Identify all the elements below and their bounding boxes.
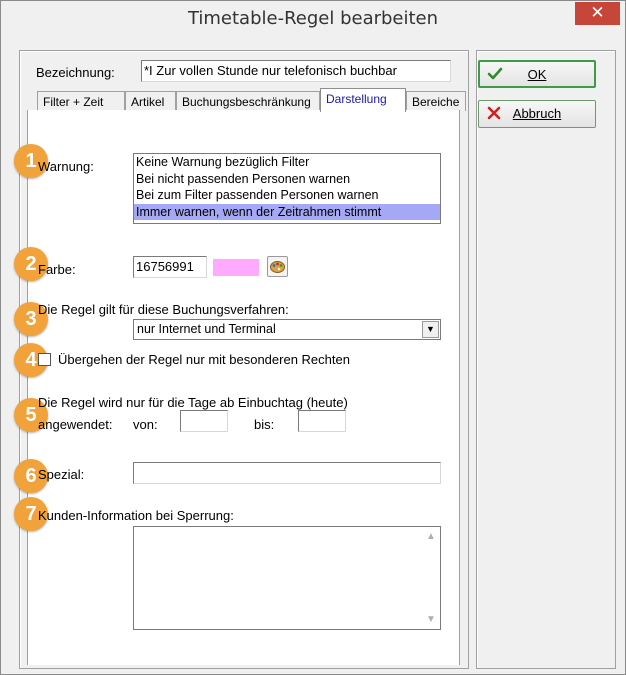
color-picker-button[interactable] xyxy=(267,256,288,277)
bis-label: bis: xyxy=(254,417,275,432)
close-button[interactable]: ✕ xyxy=(575,2,620,25)
abbruch-button-text: Abbruch xyxy=(512,106,562,121)
buchungsverfahren-value: nur Internet und Terminal xyxy=(137,322,276,336)
scroll-down-icon[interactable]: ▼ xyxy=(426,614,436,625)
override-label: Übergehen der Regel nur mit besonderen R… xyxy=(58,352,350,367)
override-checkbox[interactable] xyxy=(38,353,51,366)
chevron-down-icon[interactable]: ▼ xyxy=(422,321,439,338)
title-bar[interactable]: Timetable-Regel bearbeiten ✕ xyxy=(1,1,625,37)
list-item[interactable]: Bei zum Filter passenden Personen warnen xyxy=(134,187,440,204)
tage-label-line2: angewendet: xyxy=(38,417,113,432)
kunden-info-textarea[interactable]: ▲ ▼ xyxy=(133,526,441,630)
warnung-listbox[interactable]: Keine Warnung bezüglich Filter Bei nicht… xyxy=(133,153,441,224)
close-icon: ✕ xyxy=(590,3,605,23)
bezeichnung-label: Bezeichnung: xyxy=(36,65,115,80)
spezial-input[interactable] xyxy=(133,462,441,484)
palette-icon xyxy=(270,261,285,273)
spezial-label: Spezial: xyxy=(38,467,85,482)
buchungsverfahren-select[interactable]: nur Internet und Terminal ▼ xyxy=(133,319,441,340)
list-item[interactable]: Bei nicht passenden Personen warnen xyxy=(134,171,440,188)
list-item-selected[interactable]: Immer warnen, wenn der Zeitrahmen stimmt xyxy=(134,203,440,220)
abbruch-button[interactable]: Abbruch xyxy=(478,100,596,128)
dialog-client: Bezeichnung: *I Zur vollen Stunde nur te… xyxy=(9,39,616,669)
farbe-input[interactable]: 16756991 xyxy=(133,256,207,278)
button-panel xyxy=(476,50,616,669)
color-swatch xyxy=(213,259,259,276)
tab-darstellung[interactable]: Darstellung xyxy=(320,88,406,112)
abbruch-button-label: Abbruch xyxy=(479,101,595,127)
tab-bereiche[interactable]: Bereiche xyxy=(406,91,466,111)
tab-buchungsbeschraenkung[interactable]: Buchungsbeschränkung xyxy=(176,91,320,111)
von-input[interactable] xyxy=(180,410,228,432)
textarea-scrollbar[interactable]: ▲ ▼ xyxy=(422,528,439,628)
scroll-up-icon[interactable]: ▲ xyxy=(426,531,436,542)
dialog-window: Timetable-Regel bearbeiten ✕ Bezeichnung… xyxy=(0,0,626,675)
tage-label-line1: Die Regel wird nur für die Tage ab Einbu… xyxy=(38,395,348,410)
window-title: Timetable-Regel bearbeiten xyxy=(187,8,439,29)
buchungsverfahren-label: Die Regel gilt für diese Buchungsverfahr… xyxy=(38,302,289,317)
farbe-label: Farbe: xyxy=(38,262,76,277)
tab-filter-zeit[interactable]: Filter + Zeit xyxy=(37,91,125,111)
main-panel: Bezeichnung: *I Zur vollen Stunde nur te… xyxy=(14,50,469,669)
bezeichnung-input[interactable]: *I Zur vollen Stunde nur telefonisch buc… xyxy=(141,60,451,82)
kunden-info-label: Kunden-Information bei Sperrung: xyxy=(38,508,234,523)
ok-button[interactable]: OK xyxy=(478,60,596,88)
tab-artikel[interactable]: Artikel xyxy=(125,91,176,111)
von-label: von: xyxy=(133,417,158,432)
list-item[interactable]: Keine Warnung bezüglich Filter xyxy=(134,154,440,171)
ok-button-label: OK xyxy=(527,67,547,82)
tab-page-darstellung: 1 2 3 4 5 6 7 Warnung: Keine Warnung bez… xyxy=(14,110,460,665)
warnung-label: Warnung: xyxy=(38,159,94,174)
bis-input[interactable] xyxy=(298,410,346,432)
